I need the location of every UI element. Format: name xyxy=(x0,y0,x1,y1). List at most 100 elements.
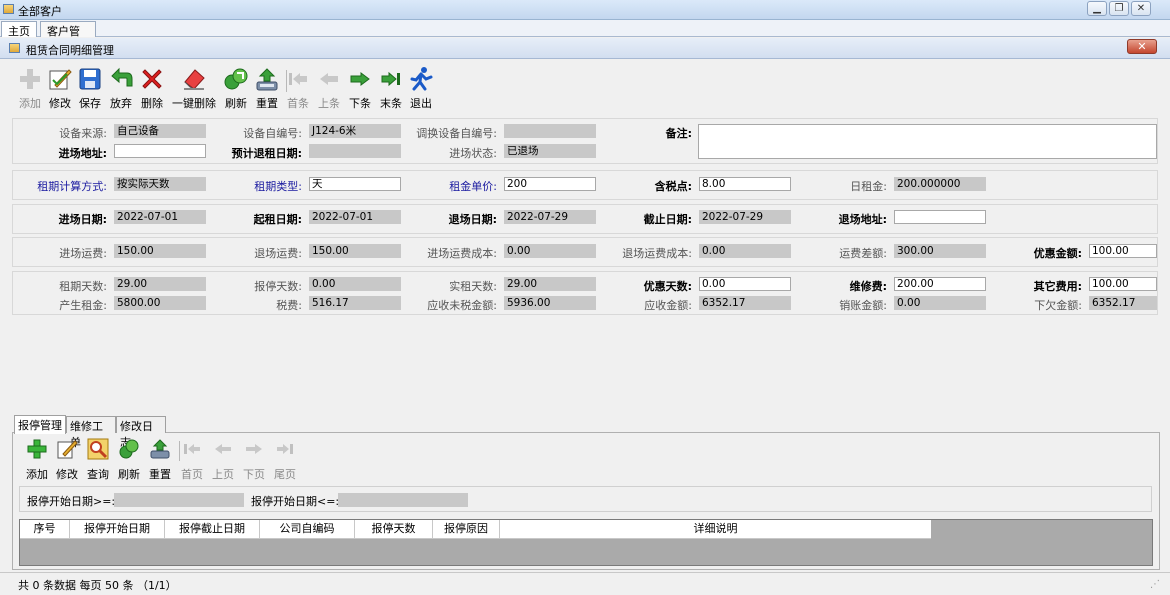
entry-freight-cost-field[interactable]: 0.00 xyxy=(504,244,596,258)
actual-days-field[interactable]: 29.00 xyxy=(504,277,596,291)
rent-produced-field[interactable]: 5800.00 xyxy=(114,296,206,310)
next-icon xyxy=(350,72,370,86)
unit-price-field[interactable]: 200 xyxy=(504,177,596,191)
exit-freight-cost-label: 退场运费成本: xyxy=(622,247,692,260)
resize-grip-icon[interactable]: ⋰ xyxy=(1150,579,1160,590)
untaxed-receivable-field[interactable]: 5936.00 xyxy=(504,296,596,310)
start-le-field[interactable] xyxy=(338,493,468,507)
entry-status-label: 进场状态: xyxy=(449,147,497,160)
form-close-button[interactable]: ✕ xyxy=(1127,39,1157,54)
tab-home[interactable]: 主页 xyxy=(1,21,37,38)
period-type-field[interactable]: 天 xyxy=(309,177,401,191)
column-header-index[interactable]: 序号 xyxy=(20,520,70,539)
app-title-bar: 全部客户 ▁ ❐ ✕ xyxy=(0,0,1170,20)
stop-days-field[interactable]: 0.00 xyxy=(309,277,401,291)
daily-rent-field[interactable]: 200.000000 xyxy=(894,177,986,191)
discount-amount-field[interactable]: 100.00 xyxy=(1089,244,1157,258)
main-toolbar: 添加 修改 保存 放弃 删除 一键删除 刷新 重置 首条 上条 下条 末条 退出 xyxy=(10,64,440,110)
restore-button[interactable]: ❐ xyxy=(1109,1,1129,16)
minimize-button[interactable]: ▁ xyxy=(1087,1,1107,16)
exit-date-label: 退场日期: xyxy=(448,213,497,226)
sub-first-page-button[interactable]: 首页 xyxy=(177,438,207,481)
column-header-stop-days[interactable]: 报停天数 xyxy=(355,520,433,539)
entry-freight-cost-label: 进场运费成本: xyxy=(427,247,497,260)
outstanding-field[interactable]: 6352.17 xyxy=(1089,296,1157,310)
status-text: 共 0 条数据 每页 50 条 （1/1） xyxy=(18,579,177,592)
remark-textarea[interactable] xyxy=(698,124,1157,159)
entry-freight-label: 进场运费: xyxy=(59,247,107,260)
form-title-bar: 租赁合同明细管理 ✕ xyxy=(0,38,1170,59)
prev-icon xyxy=(320,73,338,85)
written-off-label: 销账金额: xyxy=(839,299,887,312)
app-icon xyxy=(3,4,14,14)
app-title: 全部客户 xyxy=(18,5,62,18)
window-close-button[interactable]: ✕ xyxy=(1131,1,1151,16)
entry-address-field[interactable] xyxy=(114,144,206,158)
freight-diff-label: 运费差额: xyxy=(839,247,887,260)
search-icon xyxy=(87,438,109,460)
tab-change-log[interactable]: 修改日志 xyxy=(116,416,166,449)
repair-fee-label: 维修费: xyxy=(849,280,887,293)
other-fee-field[interactable]: 100.00 xyxy=(1089,277,1157,291)
stop-records-grid[interactable]: 序号 报停开始日期 报停截止日期 公司自编码 报停天数 报停原因 详细说明 xyxy=(19,519,1153,566)
sub-prev-page-button[interactable]: 上页 xyxy=(208,438,238,481)
remark-label: 备注: xyxy=(665,127,692,140)
actual-days-label: 实租天数: xyxy=(449,280,497,293)
billing-method-field[interactable]: 按实际天数 xyxy=(114,177,206,191)
column-header-company-code[interactable]: 公司自编码 xyxy=(260,520,355,539)
rent-days-field[interactable]: 29.00 xyxy=(114,277,206,291)
repair-fee-field[interactable]: 200.00 xyxy=(894,277,986,291)
start-ge-field[interactable] xyxy=(114,493,244,507)
column-header-stop-reason[interactable]: 报停原因 xyxy=(433,520,500,539)
delete-all-button[interactable]: 一键删除 xyxy=(170,64,218,110)
start-le-label: 报停开始日期<=: xyxy=(251,495,340,508)
column-header-stop-start[interactable]: 报停开始日期 xyxy=(70,520,165,539)
column-header-stop-end[interactable]: 报停截止日期 xyxy=(165,520,260,539)
tab-customer-management[interactable]: 客户管理 xyxy=(40,21,96,54)
exit-freight-field[interactable]: 150.00 xyxy=(309,244,401,258)
transfer-code-field[interactable] xyxy=(504,124,596,138)
untaxed-receivable-label: 应收未税金额: xyxy=(427,299,497,312)
exit-freight-label: 退场运费: xyxy=(254,247,302,260)
receivable-field[interactable]: 6352.17 xyxy=(699,296,791,310)
end-date-field[interactable]: 2022-07-29 xyxy=(699,210,791,224)
exit-freight-cost-field[interactable]: 0.00 xyxy=(699,244,791,258)
tax-point-label: 含税点: xyxy=(654,180,692,193)
discount-days-field[interactable]: 0.00 xyxy=(699,277,791,291)
exit-button[interactable]: 退出 xyxy=(401,64,441,110)
exit-date-field[interactable]: 2022-07-29 xyxy=(504,210,596,224)
rent-start-field[interactable]: 2022-07-01 xyxy=(309,210,401,224)
delete-button[interactable]: 删除 xyxy=(132,64,172,110)
reset-icon xyxy=(256,68,278,91)
sub-edit-button[interactable]: 修改 xyxy=(52,438,82,481)
receivable-label: 应收金额: xyxy=(644,299,692,312)
billing-method-label: 租期计算方式: xyxy=(37,180,107,193)
tab-stop-management[interactable]: 报停管理 xyxy=(14,415,66,434)
entry-date-field[interactable]: 2022-07-01 xyxy=(114,210,206,224)
sub-last-page-button[interactable]: 尾页 xyxy=(270,438,300,481)
entry-status-field[interactable]: 已退场 xyxy=(504,144,596,158)
exit-address-field[interactable] xyxy=(894,210,986,224)
column-header-details[interactable]: 详细说明 xyxy=(500,520,931,539)
rent-start-label: 起租日期: xyxy=(253,213,302,226)
tax-fee-field[interactable]: 516.17 xyxy=(309,296,401,310)
next-icon xyxy=(246,444,262,454)
sub-next-page-button[interactable]: 下页 xyxy=(239,438,269,481)
discount-days-label: 优惠天数: xyxy=(643,280,692,293)
form-title: 租赁合同明细管理 xyxy=(26,44,114,57)
sub-search-button[interactable]: 查询 xyxy=(83,438,113,481)
sub-refresh-button[interactable]: 刷新 xyxy=(114,438,144,481)
end-date-label: 截止日期: xyxy=(643,213,692,226)
sub-reset-button[interactable]: 重置 xyxy=(145,438,175,481)
entry-freight-field[interactable]: 150.00 xyxy=(114,244,206,258)
prev-icon xyxy=(215,444,231,454)
undo-icon xyxy=(111,67,133,87)
freight-diff-field[interactable]: 300.00 xyxy=(894,244,986,258)
planned-return-field[interactable] xyxy=(309,144,401,158)
tax-point-field[interactable]: 8.00 xyxy=(699,177,791,191)
reset-icon xyxy=(150,439,170,459)
device-source-field[interactable]: 自己设备 xyxy=(114,124,206,138)
written-off-field[interactable]: 0.00 xyxy=(894,296,986,310)
device-code-field[interactable]: J124-6米 xyxy=(309,124,401,138)
tab-repair-orders[interactable]: 维修工单 xyxy=(66,416,116,449)
